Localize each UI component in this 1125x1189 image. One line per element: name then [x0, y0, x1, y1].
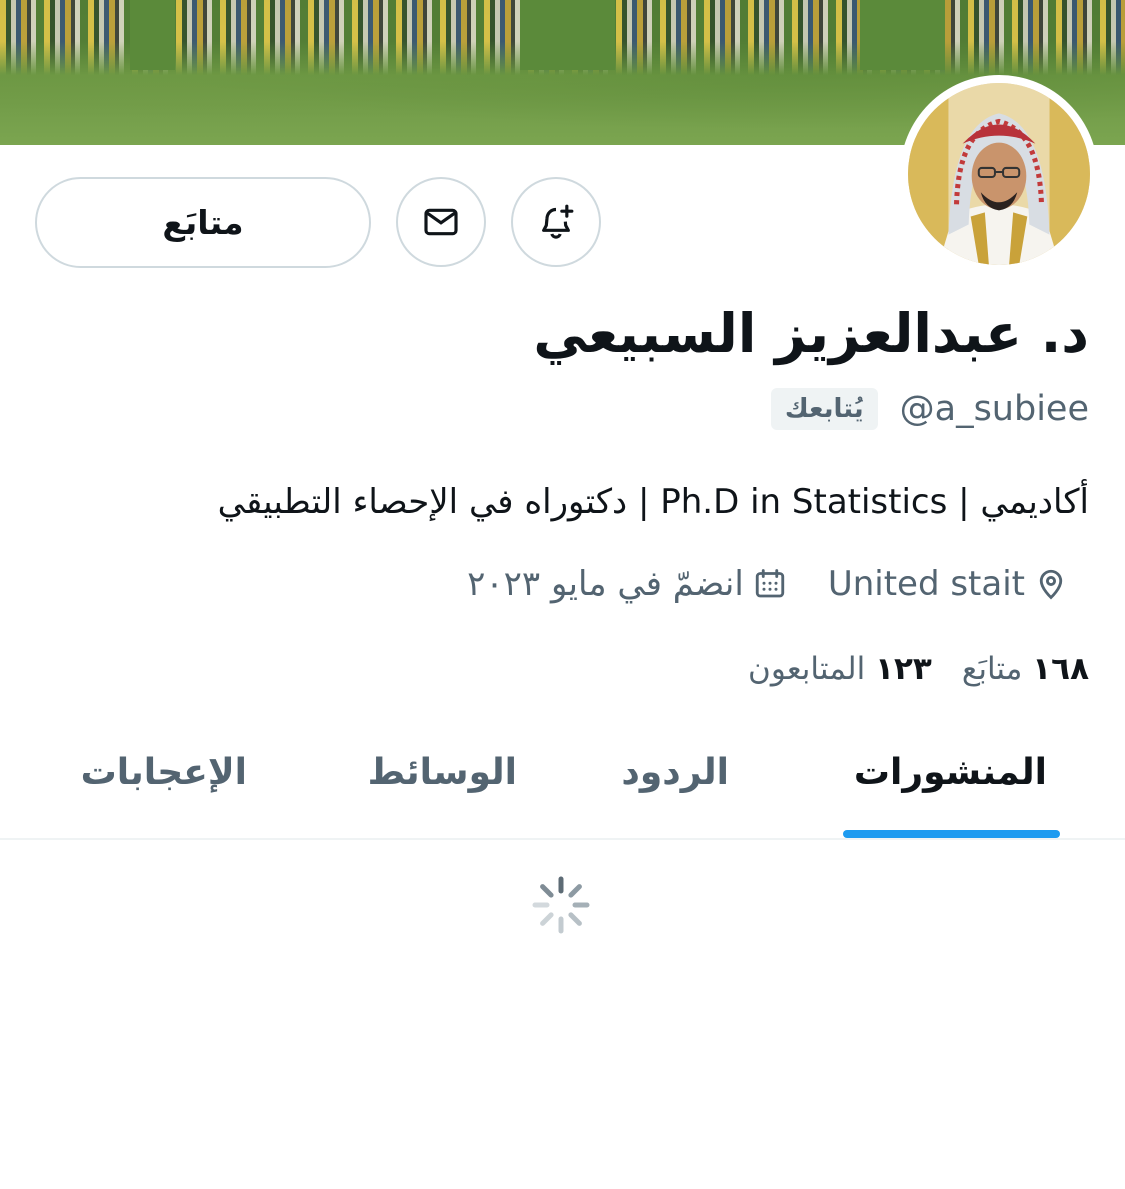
joined-date-text: انضمّ في مايو ٢٠٢٣	[467, 564, 744, 604]
calendar-icon	[755, 569, 784, 598]
location-text: United stait	[827, 564, 1025, 604]
following-count: ١٦٨	[1032, 651, 1089, 687]
follow-stats: ١٦٨ متابَع ١٢٣ المتابعون	[748, 642, 1089, 696]
followers-count: ١٢٣	[875, 651, 932, 687]
location-pin-icon	[1039, 569, 1063, 600]
tab-posts[interactable]: المنشورات	[854, 752, 1047, 793]
bell-plus-icon	[542, 204, 574, 239]
profile-screen: متابَع د. عبدالعزيز السبيعي @a_subiee يُ…	[0, 0, 1125, 1189]
location-item: United stait	[828, 564, 1069, 604]
tab-media[interactable]: الوسائط	[368, 752, 517, 793]
envelope-icon	[424, 208, 458, 236]
active-tab-indicator	[843, 830, 1060, 838]
tab-replies[interactable]: الردود	[621, 752, 729, 793]
message-button[interactable]	[396, 177, 486, 267]
joined-item: انضمّ في مايو ٢٠٢٣	[467, 564, 788, 604]
handle-row: @a_subiee يُتابعك	[770, 384, 1089, 434]
followers-label: المتابعون	[748, 651, 866, 687]
tab-likes[interactable]: الإعجابات	[81, 752, 247, 793]
avatar[interactable]	[900, 75, 1098, 273]
following-stat[interactable]: ١٦٨ متابَع	[962, 651, 1089, 687]
followers-stat[interactable]: ١٢٣ المتابعون	[748, 651, 932, 687]
display-name: د. عبدالعزيز السبيعي	[533, 302, 1089, 365]
banner-grass	[520, 0, 615, 70]
profile-meta: United stait انضمّ في مايو ٢٠٢٣	[467, 556, 1069, 612]
username-handle: @a_subiee	[899, 389, 1089, 429]
profile-tabs: المنشورات الردود الوسائط الإعجابات	[0, 720, 1125, 840]
notify-button[interactable]	[511, 177, 601, 267]
banner-grass	[860, 0, 945, 70]
follows-you-badge: يُتابعك	[770, 388, 878, 430]
following-label: متابَع	[961, 651, 1023, 687]
profile-bio: أكاديمي | Ph.D in Statistics | دكتوراه ف…	[217, 482, 1089, 522]
avatar-portrait-illustration	[908, 83, 1090, 265]
loading-spinner-icon	[532, 876, 590, 934]
avatar-photo	[908, 83, 1090, 265]
following-button[interactable]: متابَع	[35, 177, 371, 268]
banner-grass	[130, 0, 175, 70]
